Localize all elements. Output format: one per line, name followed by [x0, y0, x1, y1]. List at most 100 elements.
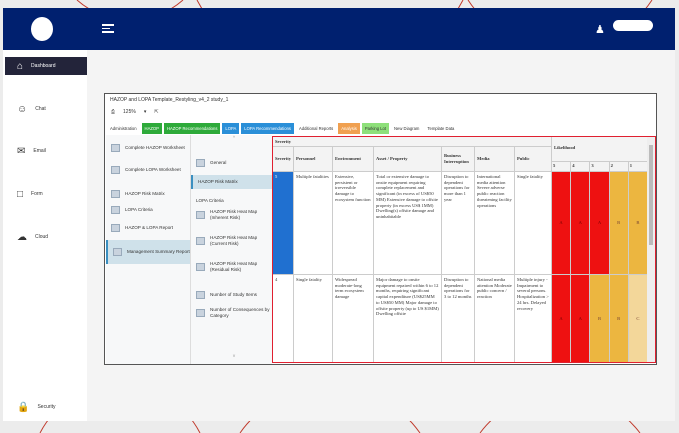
likelihood-cell: A	[552, 172, 572, 275]
scrollbar-thumb[interactable]	[649, 145, 653, 245]
home-icon: ⌂	[17, 60, 24, 72]
tab-0[interactable]: Administration	[107, 123, 140, 134]
likelihood-cell: A	[571, 172, 591, 275]
report-window: HAZOP and LOPA Template_Restyling_v4_2 s…	[104, 93, 657, 365]
likelihood-header: Likelihood	[552, 137, 648, 162]
label: Email	[33, 148, 46, 154]
chat-icon: ☺	[17, 103, 28, 115]
user-pill[interactable]	[613, 20, 653, 31]
table-cell: Single fatality	[515, 172, 552, 275]
column-header: Media	[475, 147, 515, 172]
report-icon	[111, 190, 120, 198]
sidebar-item-chat[interactable]: ☺ Chat	[5, 100, 87, 118]
report-subitem[interactable]: General	[191, 155, 272, 171]
chevron-down-icon[interactable]: ▾	[144, 109, 147, 115]
cloud-icon: ☁	[17, 231, 27, 243]
report-icon	[111, 166, 120, 174]
report-item[interactable]: Complete HAZOP Worksheet	[106, 139, 190, 157]
tab-8[interactable]: New Diagram	[391, 123, 423, 134]
tab-2[interactable]: HAZOP Recommendations	[163, 123, 221, 134]
label: Chat	[35, 106, 46, 112]
tab-5[interactable]: Additional Reports	[296, 123, 337, 134]
likelihood-column-header: 4	[571, 162, 591, 172]
sidebar-item-dashboard[interactable]: ⌂ Dashboard	[5, 57, 87, 75]
report-label: HAZOP Risk Matrix	[125, 191, 165, 197]
report-subitem[interactable]: Number of Consequences by Category	[191, 305, 272, 321]
label: Cloud	[35, 234, 49, 240]
tab-3[interactable]: LOPA	[222, 123, 240, 134]
logo-icon	[31, 17, 53, 41]
report-subitem[interactable]: HAZOP Risk Heat Map (Current Risk)	[191, 233, 272, 249]
report-label: Management Summary Report	[127, 249, 190, 255]
table-cell: Single fatality	[294, 275, 333, 362]
tab-7[interactable]: Parking Lot	[361, 123, 390, 134]
likelihood-cell: A	[552, 275, 572, 362]
table-cell: National media attention Moderate public…	[475, 275, 515, 362]
report-sublabel: LOPA Criteria	[196, 198, 224, 204]
ribbon-tabs: Administration HAZOP HAZOP Recommendations…	[107, 123, 458, 134]
tab-4[interactable]: LOPA Recommendations	[241, 123, 295, 134]
report-sublabel: Number of Study Items	[210, 292, 257, 298]
report-subitem[interactable]: HAZOP Risk Heat Map (Inherent Risk)	[191, 207, 272, 223]
report-item[interactable]: Complete LOPA Worksheet	[106, 161, 190, 179]
likelihood-cell: B	[590, 275, 610, 362]
report-item[interactable]: LOPA Criteria	[106, 201, 190, 219]
table-cell: Multiple injury - Impairment to several …	[515, 275, 552, 362]
table-scrollbar[interactable]	[647, 137, 655, 362]
sidebar-item-email[interactable]: ✉ Email	[5, 142, 87, 160]
sidebar-item-form[interactable]: □ Form	[5, 185, 87, 203]
label: Dashboard	[31, 63, 56, 69]
report-icon	[196, 291, 205, 299]
column-header: Environment	[333, 147, 374, 172]
tab-9[interactable]: Template Data	[424, 123, 458, 134]
likelihood-cell: B	[628, 172, 648, 275]
top-header: ♟	[3, 8, 675, 50]
column-header: Severity	[273, 147, 294, 172]
label: Form	[31, 191, 43, 197]
report-subitem[interactable]: Number of Study Items	[191, 287, 272, 303]
report-sublabel: General	[210, 160, 227, 166]
report-icon	[196, 159, 205, 167]
print-icon[interactable]: ⎙	[111, 109, 115, 115]
table-cell: Total or extensive damage to onsite equi…	[374, 172, 442, 275]
report-subitem[interactable]: HAZOP Risk Heat Map (Residual Risk)	[191, 259, 272, 275]
report-icon	[196, 263, 205, 271]
menu-icon[interactable]	[102, 24, 114, 35]
likelihood-cell: A	[571, 275, 591, 362]
scroll-down-icon[interactable]: v	[191, 353, 272, 359]
report-subitem[interactable]: HAZOP Risk Matrix	[191, 175, 272, 189]
likelihood-cell: B	[609, 275, 629, 362]
user-icon[interactable]: ♟	[595, 23, 605, 36]
report-icon	[111, 206, 120, 214]
scroll-up-icon[interactable]: ^	[191, 135, 272, 141]
likelihood-column-header: 2	[609, 162, 629, 172]
sidebar-item-security[interactable]: 🔒 Security	[5, 398, 87, 416]
tab-6[interactable]: Analysis	[338, 123, 360, 134]
toolbar: ⎙ 125% ▾ ⇱	[111, 109, 159, 115]
report-sublabel: HAZOP Risk Heat Map (Residual Risk)	[210, 261, 258, 272]
likelihood-column-header: 1	[628, 162, 648, 172]
report-label: Complete LOPA Worksheet	[125, 167, 181, 173]
likelihood-cell: B	[609, 172, 629, 275]
report-icon	[196, 309, 205, 317]
report-list: Complete HAZOP Worksheet Complete LOPA Wo…	[106, 135, 191, 364]
report-item[interactable]: Management Summary Report	[106, 240, 190, 264]
report-label: LOPA Criteria	[125, 207, 153, 213]
table-cell: Disruption to dependent operations for m…	[442, 172, 475, 275]
column-header: Asset / Property	[374, 147, 442, 172]
report-icon	[113, 248, 122, 256]
pointer-icon[interactable]: ⇱	[154, 109, 158, 115]
zoom-select[interactable]: 125%	[123, 109, 136, 115]
report-icon	[196, 211, 205, 219]
report-item[interactable]: HAZOP & LOPA Report	[106, 219, 190, 237]
report-sublabel: Number of Consequences by Category	[210, 307, 270, 318]
likelihood-column-header: 5	[552, 162, 572, 172]
report-icon	[111, 224, 120, 232]
table-cell: Major damage to onsite equipment repaire…	[374, 275, 442, 362]
form-icon: □	[17, 188, 24, 200]
report-icon	[196, 237, 205, 245]
sidebar-item-cloud[interactable]: ☁ Cloud	[5, 228, 87, 246]
tab-1[interactable]: HAZOP	[141, 123, 162, 134]
column-header: Personnel	[294, 147, 333, 172]
severity-cell: 5	[273, 172, 294, 275]
